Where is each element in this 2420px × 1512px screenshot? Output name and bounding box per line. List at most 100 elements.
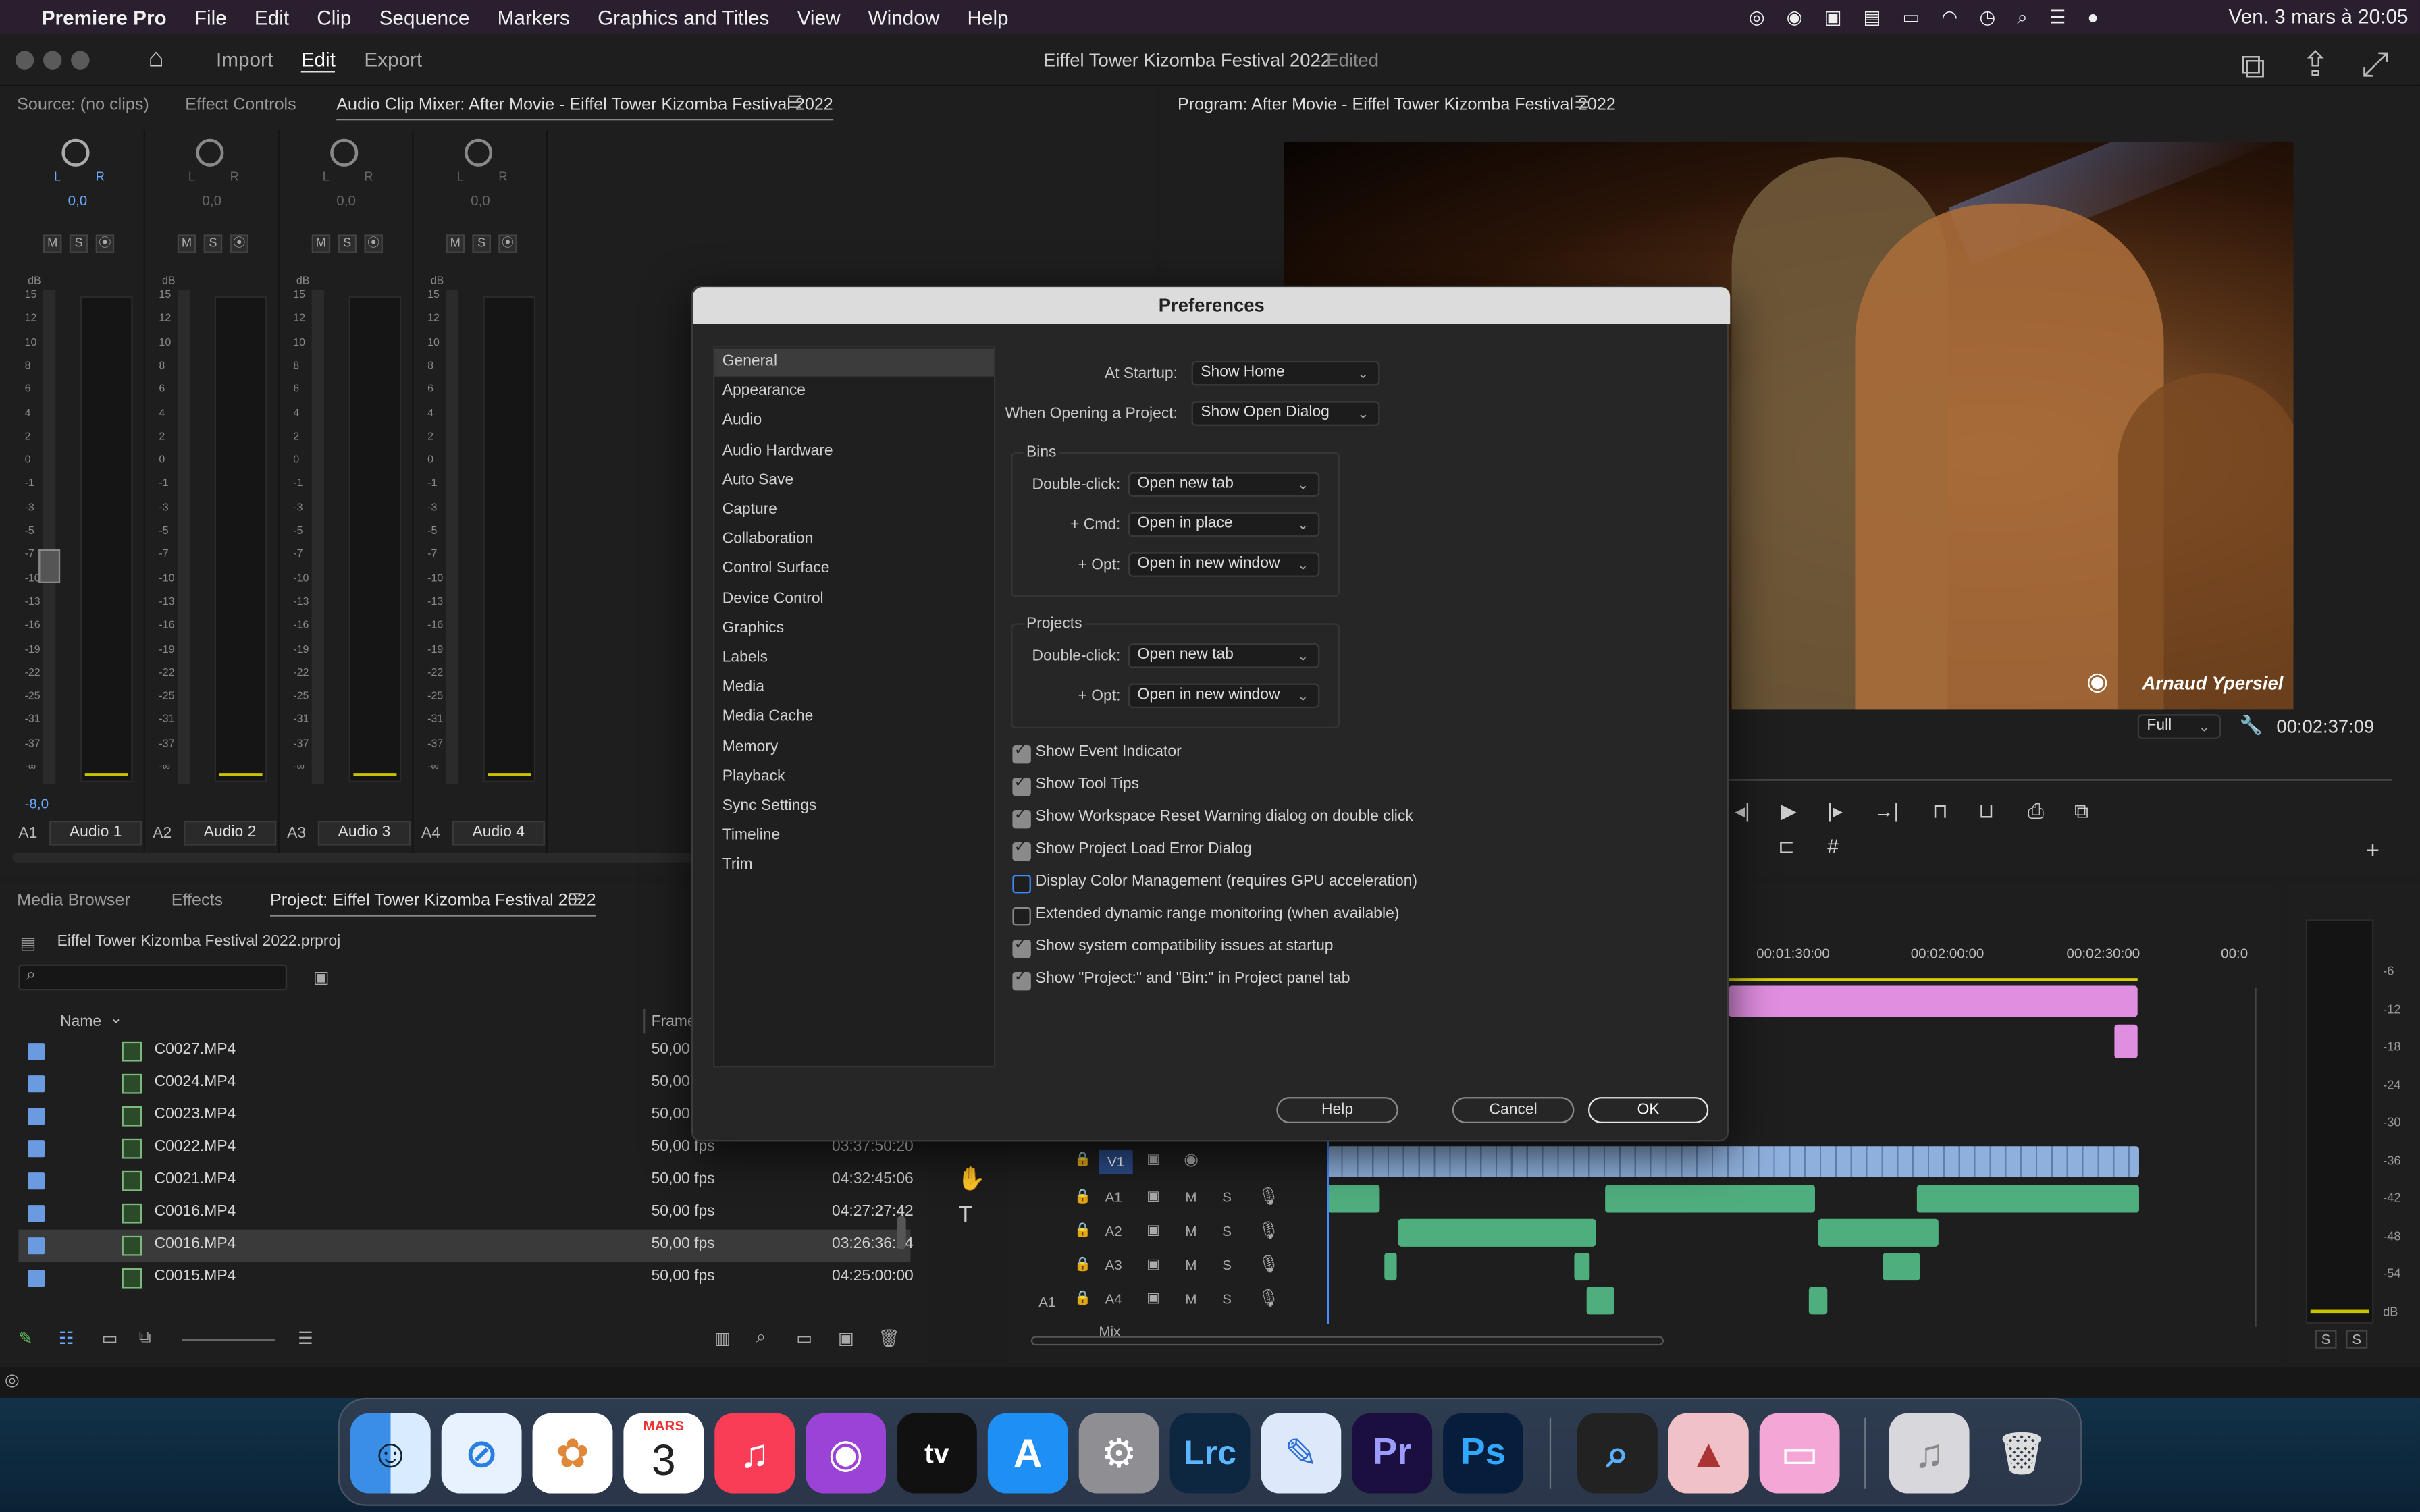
sync-lock-icon[interactable]: ▣: [1147, 1188, 1159, 1205]
pan-value[interactable]: 0,0: [471, 193, 490, 209]
preferences-category-item[interactable]: General: [714, 348, 994, 377]
solo-track-button[interactable]: S: [1222, 1224, 1232, 1239]
preferences-category-item[interactable]: Timeline: [714, 823, 994, 850]
preference-checkbox-label[interactable]: Show Event Indicator: [1036, 744, 1182, 761]
mute-button[interactable]: M: [177, 234, 196, 253]
preference-checkbox-label[interactable]: Show Tool Tips: [1036, 776, 1139, 793]
label-color-swatch[interactable]: [28, 1205, 45, 1222]
pencil-icon[interactable]: ✎: [18, 1328, 32, 1348]
preference-checkbox[interactable]: [1012, 774, 1031, 796]
menu-graphics[interactable]: Graphics and Titles: [583, 5, 783, 28]
pan-value[interactable]: 0,0: [68, 193, 88, 209]
preference-checkbox-label[interactable]: Extended dynamic range monitoring (when …: [1036, 906, 1400, 923]
timeline-work-area[interactable]: [1728, 978, 2138, 981]
label-color-swatch[interactable]: [28, 1237, 45, 1255]
program-scrub-bar[interactable]: [1728, 762, 2392, 781]
panel-menu-icon[interactable]: ☰: [568, 890, 583, 910]
lock-icon[interactable]: 🔒: [1074, 1222, 1092, 1239]
tab-effects[interactable]: Effects: [172, 892, 223, 910]
time-machine-icon[interactable]: ◷: [1979, 6, 1995, 29]
preferences-category-item[interactable]: Media Cache: [714, 704, 994, 732]
project-list-row[interactable]: C0016.MP4 50,00 fps 03:26:36:24: [18, 1229, 914, 1262]
photos-icon[interactable]: ✿: [532, 1413, 613, 1494]
preferences-category-item[interactable]: Device Control: [714, 586, 994, 614]
control-center-icon[interactable]: ☰: [2049, 6, 2066, 29]
preference-checkbox-label[interactable]: Show Project Load Error Dialog: [1036, 841, 1252, 858]
list-view-icon[interactable]: ☷: [59, 1328, 74, 1348]
audio-clip[interactable]: [1916, 1185, 2139, 1213]
fader-handle[interactable]: [38, 549, 61, 583]
hand-tool-icon[interactable]: ✋: [957, 1165, 986, 1193]
menubar-clock[interactable]: Ven. 3 mars à 20:05: [2229, 5, 2409, 28]
pan-value[interactable]: 0,0: [202, 193, 221, 209]
compare-icon[interactable]: ⧉: [2074, 799, 2088, 824]
preferences-category-item[interactable]: Auto Save: [714, 467, 994, 495]
solo-track-button[interactable]: S: [1222, 1189, 1232, 1205]
preference-checkbox[interactable]: [1012, 969, 1031, 991]
label-color-swatch[interactable]: [28, 1270, 45, 1287]
quick-export-icon[interactable]: ⧉: [2241, 47, 2265, 86]
playhead[interactable]: [1327, 1141, 1329, 1324]
volume-fader[interactable]: [446, 290, 458, 784]
menu-edit[interactable]: Edit: [240, 5, 302, 28]
preferences-category-item[interactable]: Audio: [714, 408, 994, 435]
project-scrollbar[interactable]: [896, 1216, 906, 1250]
graphics-clip[interactable]: [1728, 986, 2138, 1017]
grid-icon[interactable]: #: [1827, 835, 1839, 858]
share-icon[interactable]: ⇪: [2301, 45, 2330, 84]
column-name-header[interactable]: Name: [60, 1014, 101, 1031]
column-frame-header[interactable]: Frame: [652, 1014, 696, 1031]
system-settings-icon[interactable]: ⚙: [1078, 1413, 1159, 1494]
track-id[interactable]: A3: [1105, 1258, 1122, 1273]
menu-view[interactable]: View: [783, 5, 854, 28]
sync-lock-icon[interactable]: ▣: [1147, 1256, 1159, 1273]
record-button[interactable]: ⦿: [364, 234, 383, 253]
nav-edit[interactable]: Edit: [300, 48, 336, 73]
audio-clip[interactable]: [1818, 1218, 1939, 1247]
solo-left-button[interactable]: S: [2315, 1330, 2337, 1349]
preference-checkbox-label[interactable]: Show Workspace Reset Warning dialog on d…: [1036, 809, 1413, 826]
siri-icon[interactable]: ●: [2087, 6, 2099, 29]
preferences-category-item[interactable]: Playback: [714, 763, 994, 791]
zoom-dropdown[interactable]: Full ⌄: [2137, 714, 2221, 739]
battery-icon[interactable]: ▭: [1902, 6, 1920, 29]
column-divider[interactable]: [643, 1008, 646, 1034]
audio-clip[interactable]: [1605, 1185, 1815, 1213]
new-bin-icon[interactable]: ▭: [796, 1328, 812, 1348]
podcasts-icon[interactable]: ◉: [806, 1413, 886, 1494]
photoshop-icon[interactable]: Ps: [1443, 1413, 1523, 1494]
settings-wrench-icon[interactable]: 🔧: [2240, 714, 2263, 736]
panel-menu-icon[interactable]: ☰: [1574, 92, 1589, 112]
preferences-category-item[interactable]: Labels: [714, 645, 994, 672]
project-list-row[interactable]: C0016.MP4 50,00 fps 04:27:27:42: [18, 1197, 914, 1230]
mute-button[interactable]: M: [446, 234, 465, 253]
menu-markers[interactable]: Markers: [483, 5, 583, 28]
zoom-slider[interactable]: [182, 1339, 275, 1341]
creative-cloud-icon[interactable]: ◎: [1749, 6, 1765, 29]
volume-fader[interactable]: [38, 290, 61, 784]
new-item-icon[interactable]: ▣: [838, 1328, 854, 1348]
sort-icons-icon[interactable]: ☰: [298, 1328, 313, 1348]
label-color-swatch[interactable]: [28, 1108, 45, 1125]
safe-margins-icon[interactable]: ⊏: [1778, 835, 1795, 860]
preference-checkbox[interactable]: [1012, 936, 1031, 959]
mute-track-button[interactable]: M: [1185, 1258, 1196, 1273]
label-color-swatch[interactable]: [28, 1075, 45, 1093]
tab-effect-controls[interactable]: Effect Controls: [185, 96, 296, 114]
preferences-category-item[interactable]: Capture: [714, 497, 994, 524]
preferences-category-item[interactable]: Trim: [714, 853, 994, 880]
label-color-swatch[interactable]: [28, 1140, 45, 1158]
program-monitor-title[interactable]: Program: After Movie - Eiffel Tower Kizo…: [1178, 96, 1616, 114]
preferences-category-item[interactable]: Control Surface: [714, 556, 994, 584]
audio-clip[interactable]: [1574, 1252, 1590, 1281]
bins-cmd-dropdown[interactable]: Open in place ⌄: [1128, 512, 1320, 537]
add-button-icon[interactable]: +: [2366, 838, 2379, 864]
preferences-category-item[interactable]: Appearance: [714, 378, 994, 406]
tab-audio-clip-mixer[interactable]: Audio Clip Mixer: After Movie - Eiffel T…: [336, 96, 833, 121]
music-icon[interactable]: ♫: [714, 1413, 795, 1494]
mute-track-button[interactable]: M: [1185, 1291, 1196, 1307]
tab-media-browser[interactable]: Media Browser: [17, 892, 130, 910]
help-button[interactable]: Help: [1276, 1097, 1398, 1123]
record-button[interactable]: ⦿: [498, 234, 517, 253]
lock-icon[interactable]: 🔒: [1074, 1188, 1092, 1205]
